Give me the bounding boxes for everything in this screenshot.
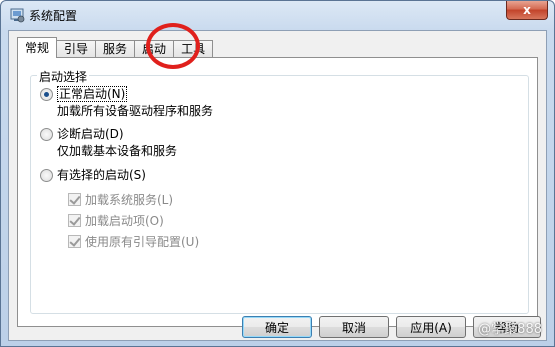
tab-boot[interactable]: 引导 (56, 40, 97, 58)
watermark: @掌聚888 (478, 318, 542, 337)
tab-general[interactable]: 常规 (17, 37, 58, 58)
normal-startup-radio[interactable] (40, 88, 53, 101)
diagnostic-startup-label: 诊断启动(D) (57, 127, 124, 141)
startup-selection-group: 启动选择 正常启动(N) 加载所有设备驱动程序和服务 诊断启动(D) 仅加载基本… (30, 68, 529, 314)
watermark-text: @掌聚888 (478, 322, 542, 337)
startup-tab-highlight-circle (146, 23, 200, 69)
use-original-boot-config-item: 使用原有引导配置(U) (68, 233, 199, 250)
use-original-boot-config-label: 使用原有引导配置(U) (85, 235, 200, 249)
load-startup-items-checkbox (68, 214, 81, 227)
use-original-boot-config-checkbox (68, 235, 81, 248)
diagnostic-startup-description: 仅加载基本设备和服务 (57, 144, 178, 158)
selective-startup-label: 有选择的启动(S) (57, 168, 146, 182)
load-system-services-checkbox (68, 193, 81, 206)
load-startup-items-label: 加载启动项(O) (85, 214, 164, 228)
cancel-button[interactable]: 取消 (319, 316, 389, 338)
apply-button[interactable]: 应用(A) (396, 316, 466, 338)
close-button[interactable]: x (506, 1, 548, 20)
system-config-icon (10, 8, 25, 23)
selective-startup-option[interactable]: 有选择的启动(S) (40, 167, 146, 184)
diagnostic-startup-option[interactable]: 诊断启动(D) 仅加载基本设备和服务 (40, 126, 177, 160)
normal-startup-option[interactable]: 正常启动(N) 加载所有设备驱动程序和服务 (40, 86, 213, 120)
group-legend: 启动选择 (37, 68, 90, 85)
ok-button[interactable]: 确定 (242, 316, 312, 338)
window-title: 系统配置 (29, 9, 78, 23)
load-system-services-item: 加载系统服务(L) (68, 191, 173, 208)
load-startup-items-item: 加载启动项(O) (68, 212, 164, 229)
system-config-window: 系统配置 x 常规 引导 服务 启动 工具 启动选择 正常启动(N) 加载所有设… (0, 0, 555, 347)
title-bar[interactable]: 系统配置 x (1, 1, 554, 29)
tab-services[interactable]: 服务 (95, 40, 136, 58)
load-system-services-label: 加载系统服务(L) (85, 193, 174, 207)
normal-startup-label: 正常启动(N) (57, 86, 128, 102)
close-icon: x (523, 3, 531, 17)
client-area: 常规 引导 服务 启动 工具 启动选择 正常启动(N) 加载所有设备驱动程序和服… (8, 30, 547, 341)
selective-startup-radio[interactable] (40, 169, 53, 182)
general-tab-panel: 启动选择 正常启动(N) 加载所有设备驱动程序和服务 诊断启动(D) 仅加载基本… (17, 57, 538, 327)
diagnostic-startup-radio[interactable] (40, 128, 53, 141)
normal-startup-description: 加载所有设备驱动程序和服务 (57, 104, 214, 118)
